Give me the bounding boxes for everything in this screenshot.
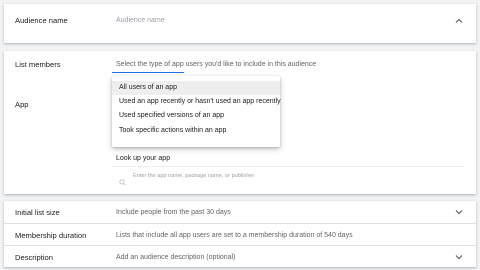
audience-name-input[interactable]: Audience name (116, 17, 165, 24)
search-icon (119, 173, 126, 186)
option-all-users[interactable]: All users of an app (112, 81, 280, 95)
settings-card: Initial list size Include people from th… (4, 201, 476, 267)
app-search-input[interactable]: Enter the app name, package name, or pub… (133, 173, 254, 179)
audience-name-card: Audience name Audience name (4, 4, 476, 43)
chevron-up-icon[interactable] (454, 16, 464, 26)
membership-duration-label: Membership duration (15, 231, 87, 240)
initial-list-size-row[interactable]: Initial list size Include people from th… (4, 201, 476, 223)
description-label: Description (15, 253, 53, 262)
option-used-recently[interactable]: Used an app recently or hasn't used an a… (112, 95, 281, 109)
list-members-dropdown[interactable]: All users of an app Used an app recently… (112, 76, 281, 147)
membership-duration-row[interactable]: Membership duration Lists that include a… (4, 224, 476, 245)
initial-list-size-value: Include people from the past 30 days (116, 209, 231, 216)
list-members-label: List members (15, 60, 61, 69)
chevron-down-icon[interactable] (454, 252, 464, 262)
app-search-divider (112, 166, 464, 167)
initial-list-size-label: Initial list size (15, 208, 60, 217)
membership-duration-value: Lists that include all app users are set… (116, 232, 353, 239)
option-specified-versions[interactable]: Used specified versions of an app (112, 109, 280, 123)
description-row[interactable]: Description Add an audience description … (4, 246, 476, 267)
list-members-hint: Select the type of app users you'd like … (116, 61, 317, 68)
app-label: App (15, 100, 29, 109)
option-specific-actions[interactable]: Took specific actions within an app (112, 124, 280, 138)
chevron-down-icon[interactable] (454, 207, 464, 217)
app-lookup-label: Look up your app (116, 155, 171, 162)
description-value: Add an audience description (optional) (116, 254, 236, 261)
audience-name-label: Audience name (15, 16, 68, 25)
list-members-select-underline[interactable] (112, 72, 184, 73)
